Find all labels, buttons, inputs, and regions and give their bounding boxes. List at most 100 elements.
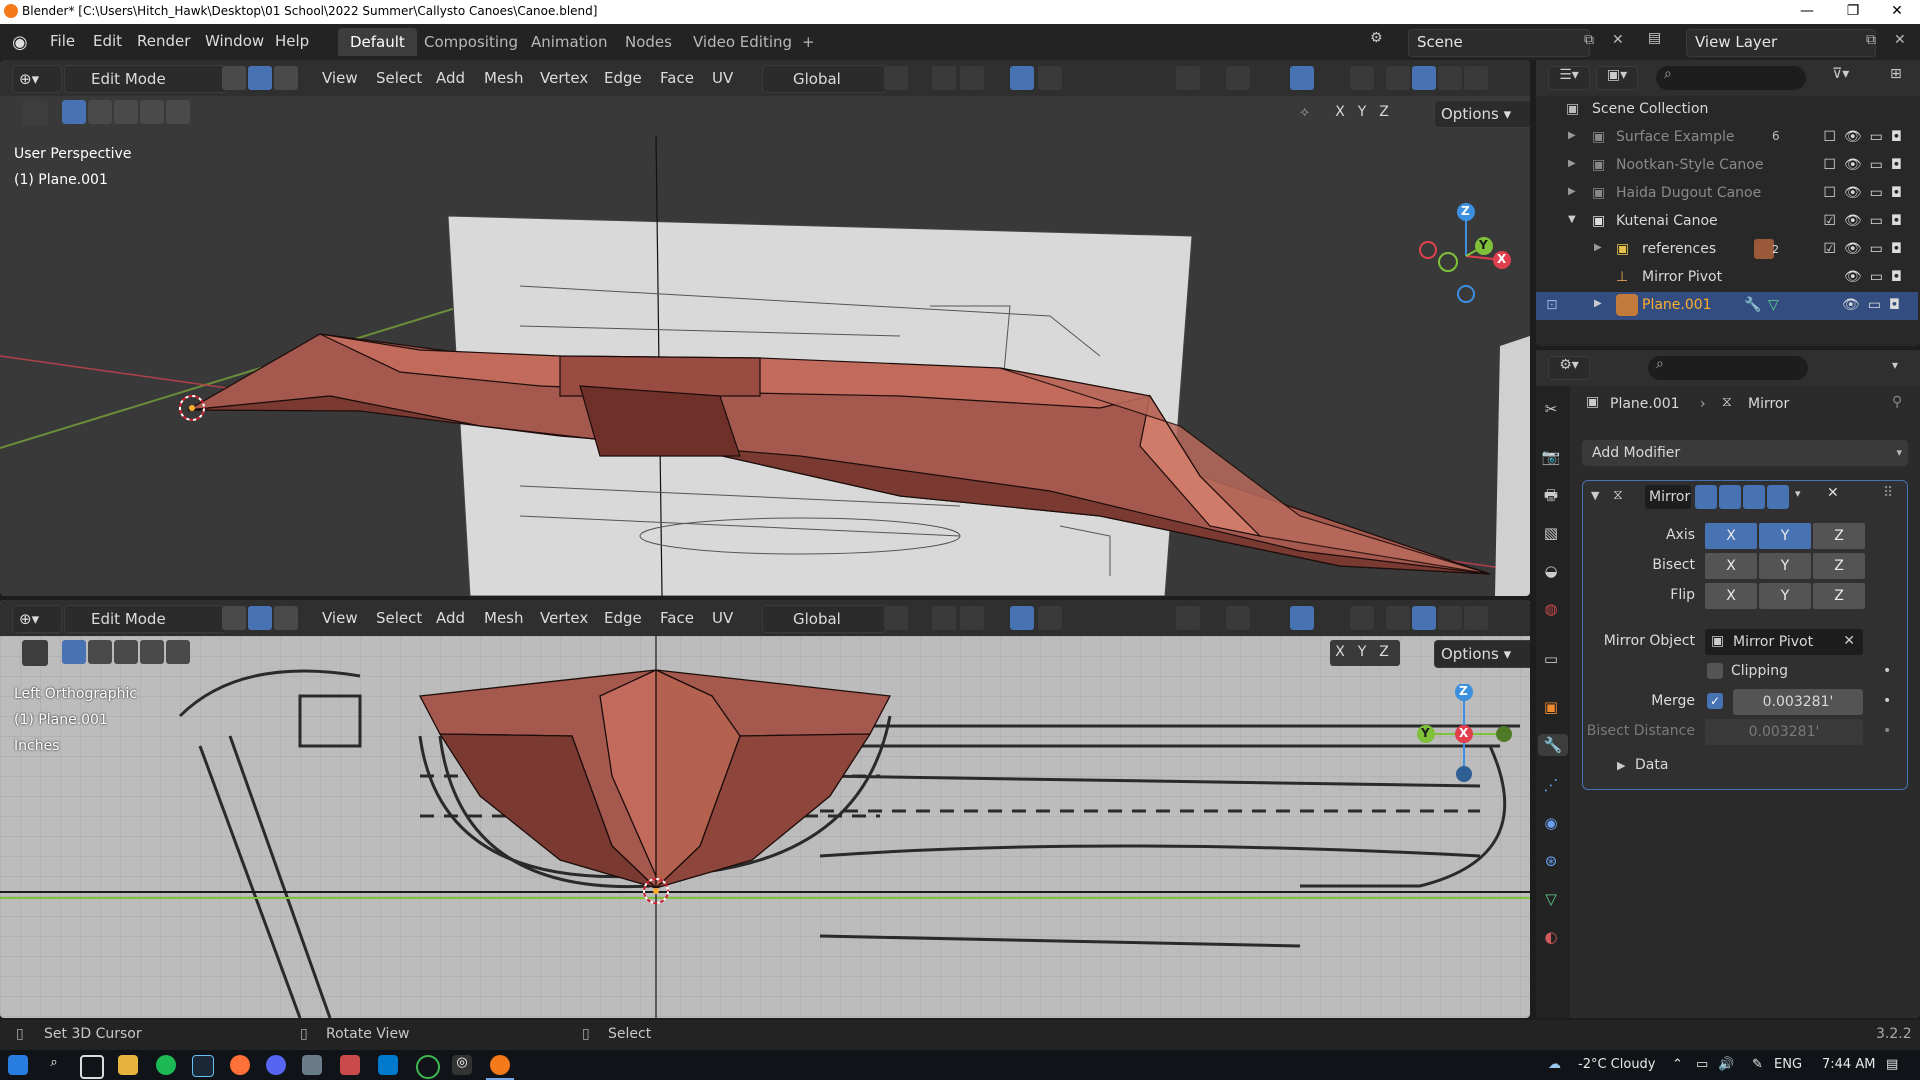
menu-edge[interactable]: Edge [598,65,648,91]
gizmo-toggle-icon[interactable] [1226,66,1250,90]
proportional-edit-icon-bottom[interactable] [1010,606,1034,630]
expand-arrow-icon[interactable]: ▶ [1568,130,1576,141]
visibility-icon[interactable] [1176,66,1200,90]
outliner-item-plane[interactable]: ⊡ ▶ Plane.001 🔧 ▽ 👁▭◘ [1536,292,1918,320]
new-view-layer-icon[interactable]: ⧉ [1866,32,1876,48]
data-subpanel-label[interactable]: Data [1635,757,1668,773]
editor-type-icon[interactable]: ⊕▾ [12,65,62,93]
close-button[interactable]: ✕ [1874,0,1920,24]
snap-icon[interactable] [932,66,956,90]
gizmo-toggle-icon-bottom[interactable] [1226,606,1250,630]
outliner-item-surface-example[interactable]: ▶ ▣ Surface Example 6 ☐👁▭◘ [1538,124,1920,152]
bisect-z-toggle[interactable]: Z [1813,553,1865,579]
edit-mode-icon[interactable]: ⊡ [1546,297,1558,313]
options-dropdown-bottom[interactable]: Options ▾ [1434,640,1530,668]
app-icon-3[interactable] [416,1055,440,1079]
menu-select-bottom[interactable]: Select [370,605,428,631]
visibility-toggles[interactable]: ☐👁▭◘ [1823,157,1910,173]
menu-add-bottom[interactable]: Add [430,605,471,631]
menu-face[interactable]: Face [654,65,700,91]
scene-field[interactable]: Scene [1408,29,1590,57]
bisect-x-toggle[interactable]: X [1705,553,1757,579]
merge-checkbox[interactable]: ✓ [1707,693,1723,709]
visibility-toggles[interactable]: 👁▭◘ [1844,269,1910,285]
visibility-toggles[interactable]: ☑👁▭◘ [1823,213,1910,229]
edit-mode-toggle-icon[interactable] [1719,485,1741,509]
flip-z-toggle[interactable]: Z [1813,583,1865,609]
face-select-button-bottom[interactable] [274,606,298,630]
menu-file[interactable]: File [50,32,75,50]
app-icon[interactable] [302,1055,322,1075]
wireframe-shading-icon[interactable] [1386,66,1410,90]
tray-chevron-icon[interactable]: ⌃ [1672,1057,1683,1072]
new-collection-icon[interactable]: ⊞ [1890,66,1902,82]
restore-button[interactable]: ❐ [1830,0,1876,24]
keyframe-dot-icon[interactable]: • [1883,723,1891,739]
select-invert-icon-bottom[interactable] [140,640,164,664]
select-intersect-icon-bottom[interactable] [166,640,190,664]
view-layer-tab-icon[interactable]: ▧ [1540,522,1562,544]
pin-icon[interactable]: ⚲ [1892,394,1902,410]
flip-y-toggle[interactable]: Y [1759,583,1811,609]
scene-selector-icon[interactable]: ⚙ [1370,30,1398,54]
render-toggle-icon[interactable] [1767,485,1789,509]
rendered-shading-icon[interactable] [1464,66,1488,90]
mode-dropdown-bottom[interactable]: Edit Mode [64,605,228,633]
outliner-item-kutenai-canoe[interactable]: ▼ ▣ Kutenai Canoe ☑👁▭◘ [1538,208,1920,236]
vertex-select-button[interactable] [222,66,246,90]
output-tab-icon[interactable]: 🖶 [1540,484,1562,506]
outliner-item-nootkan-canoe[interactable]: ▶ ▣ Nootkan-Style Canoe ☐👁▭◘ [1538,152,1920,180]
app-icon-2[interactable] [340,1055,360,1075]
on-cage-toggle-icon[interactable] [1695,485,1717,509]
mirror-object-field[interactable]: ▣ Mirror Pivot ✕ [1705,629,1863,655]
navigation-gizmo-bottom[interactable]: Z Y X [1412,683,1512,784]
axis-y-toggle[interactable]: Y [1759,523,1811,549]
filter-icon[interactable]: ⊽▾ [1832,66,1849,82]
start-menu-icon[interactable] [8,1055,28,1075]
visibility-icon-bottom[interactable] [1176,606,1200,630]
pivot-icon-bottom[interactable] [884,606,908,630]
discord-icon[interactable] [266,1055,286,1075]
keyframe-dot-icon[interactable]: • [1883,663,1891,679]
collapse-panel-icon[interactable]: ▼ [1591,489,1599,502]
vertex-select-button-bottom[interactable] [222,606,246,630]
view-layer-field[interactable]: View Layer [1686,29,1876,57]
outliner-item-haida-canoe[interactable]: ▶ ▣ Haida Dugout Canoe ☐👁▭◘ [1538,180,1920,208]
task-view-icon[interactable] [80,1055,104,1079]
menu-edit[interactable]: Edit [93,32,122,50]
menu-face-bottom[interactable]: Face [654,605,700,631]
mirror-x-toggle-bottom[interactable]: X [1330,644,1350,660]
orientation-dropdown[interactable]: Global [762,65,886,93]
axis-x-toggle[interactable]: X [1705,523,1757,549]
menu-add[interactable]: Add [430,65,471,91]
editor-type-icon-bottom[interactable]: ⊕▾ [12,605,62,633]
particles-tab-icon[interactable]: ⋰ [1540,774,1562,796]
viewport-bottom[interactable]: ⊕▾ Edit Mode View Select Add Mesh Vertex… [0,600,1530,1018]
menu-vertex[interactable]: Vertex [534,65,594,91]
remove-scene-icon[interactable]: ✕ [1612,32,1624,48]
modifier-name-field[interactable]: Mirror [1645,485,1691,509]
overlay-toggle-icon[interactable] [1290,66,1314,90]
add-workspace-button[interactable]: + [790,28,827,56]
file-explorer-icon[interactable] [118,1055,138,1075]
overlay-toggle-icon-bottom[interactable] [1290,606,1314,630]
clipping-checkbox[interactable] [1707,663,1723,679]
weather-text[interactable]: -2°C Cloudy [1578,1057,1656,1072]
select-new-icon-bottom[interactable] [62,640,86,664]
menu-vertex-bottom[interactable]: Vertex [534,605,594,631]
select-subtract-icon-bottom[interactable] [114,640,138,664]
clock[interactable]: 7:44 AM [1822,1057,1875,1072]
material-shading-icon[interactable] [1438,66,1462,90]
menu-select[interactable]: Select [370,65,428,91]
solid-shading-icon-bottom[interactable] [1412,606,1436,630]
select-tool-icon-bottom[interactable] [22,640,48,666]
snap-target-icon[interactable] [960,66,984,90]
xray-toggle-icon-bottom[interactable] [1350,606,1374,630]
clear-field-icon[interactable]: ✕ [1843,633,1855,649]
snap-target-icon-bottom[interactable] [960,606,984,630]
menu-edge-bottom[interactable]: Edge [598,605,648,631]
physics-tab-icon[interactable]: ◉ [1540,812,1562,834]
tab-default[interactable]: Default [338,28,417,56]
menu-uv[interactable]: UV [706,65,739,91]
outliner-search-input[interactable]: ⌕ [1656,66,1806,90]
